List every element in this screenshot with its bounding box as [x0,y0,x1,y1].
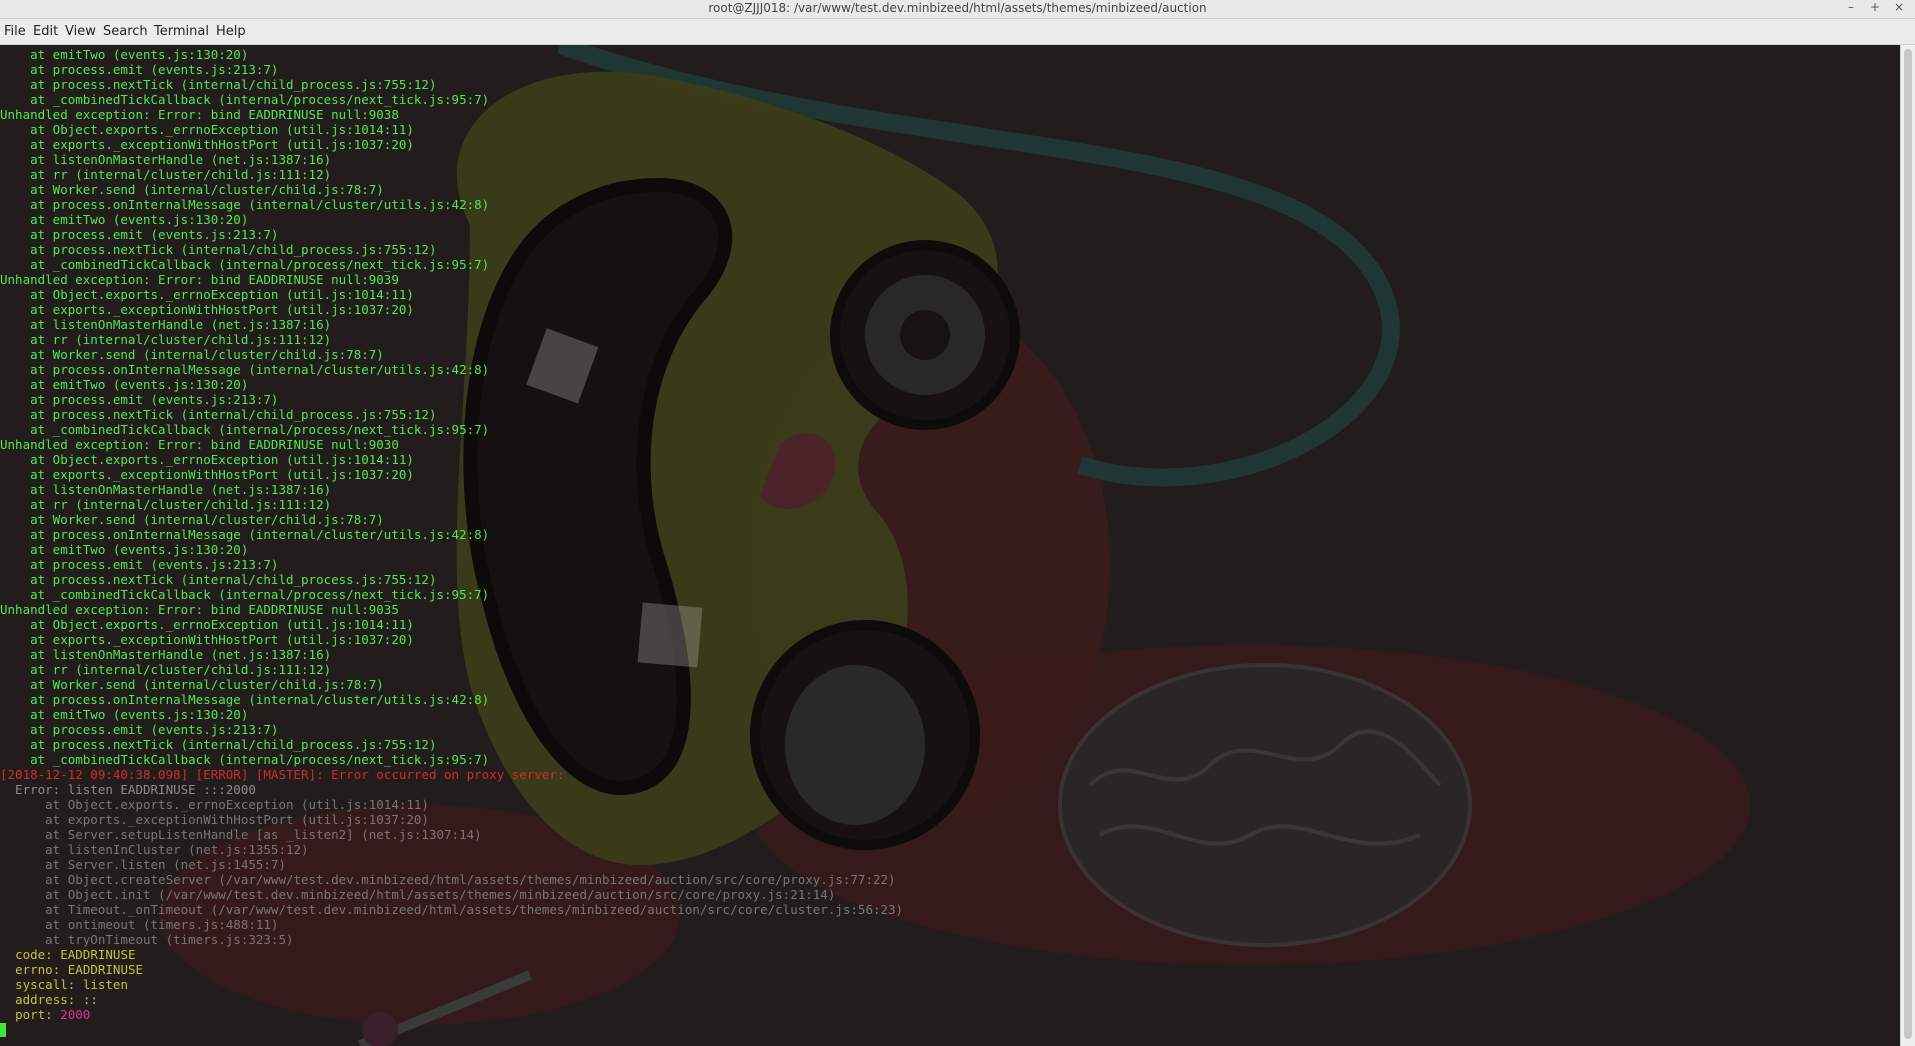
terminal-line: at Worker.send (internal/cluster/child.j… [0,347,384,362]
terminal-line: Error: listen EADDRINUSE :::2000 [0,782,256,797]
terminal-line: at Object.exports._errnoException (util.… [0,287,414,302]
scrollbar-thumb[interactable] [1904,49,1912,1039]
terminal-prop-line: code: EADDRINUSE [15,947,136,962]
window-title: root@ZJJJ018: /var/www/test.dev.minbizee… [708,1,1207,15]
terminal-line: at rr (internal/cluster/child.js:111:12) [0,332,332,347]
terminal-line: at rr (internal/cluster/child.js:111:12) [0,662,332,677]
terminal-line: at listenInCluster (net.js:1355:12) [0,842,309,857]
prop-value: EADDRINUSE [60,947,136,962]
terminal-line: Unhandled exception: Error: bind EADDRIN… [0,272,399,287]
terminal-line: at Timeout._onTimeout (/var/www/test.dev… [0,902,904,917]
terminal-prop-line: syscall: listen [15,977,128,992]
terminal-output: at emitTwo (events.js:130:20) at process… [0,47,903,1022]
terminal-line: Unhandled exception: Error: bind EADDRIN… [0,437,399,452]
terminal-prop-line: address: :: [15,992,98,1007]
window-titlebar[interactable]: root@ZJJJ018: /var/www/test.dev.minbizee… [0,0,1915,19]
prop-key: syscall [15,977,68,992]
terminal-line: at Worker.send (internal/cluster/child.j… [0,677,384,692]
terminal-line: at process.onInternalMessage (internal/c… [0,692,490,707]
terminal-line: at process.nextTick (internal/child_proc… [0,407,437,422]
terminal-prop-line: errno: EADDRINUSE [15,962,144,977]
prop-key: address [15,992,68,1007]
terminal-line: at exports._exceptionWithHostPort (util.… [0,632,414,647]
menu-terminal[interactable]: Terminal [154,24,209,39]
terminal-line: at Server.listen (net.js:1455:7) [0,857,286,872]
terminal-line: at Object.exports._errnoException (util.… [0,797,429,812]
terminal-line: at Worker.send (internal/cluster/child.j… [0,512,384,527]
terminal-cursor [0,1023,6,1037]
maximize-button[interactable]: + [1866,0,1884,14]
terminal-line: at process.nextTick (internal/child_proc… [0,77,437,92]
terminal-line: at process.emit (events.js:213:7) [0,557,279,572]
terminal-line: at emitTwo (events.js:130:20) [0,377,249,392]
terminal-line: at process.onInternalMessage (internal/c… [0,362,490,377]
terminal-line: at Server.setupListenHandle [as _listen2… [0,827,482,842]
terminal-line: at listenOnMasterHandle (net.js:1387:16) [0,647,332,662]
menu-edit[interactable]: Edit [33,24,58,39]
terminal-line: at Object.init (/var/www/test.dev.minbiz… [0,887,836,902]
terminal-area[interactable]: at emitTwo (events.js:130:20) at process… [0,45,1900,1046]
minimize-button[interactable]: – [1842,0,1860,14]
terminal-line: at Worker.send (internal/cluster/child.j… [0,182,384,197]
terminal-line: at rr (internal/cluster/child.js:111:12) [0,497,332,512]
terminal-line: at Object.exports._errnoException (util.… [0,617,414,632]
terminal-line: at process.emit (events.js:213:7) [0,62,279,77]
terminal-line: at exports._exceptionWithHostPort (util.… [0,302,414,317]
prop-key: port [15,1007,46,1022]
terminal-line: at process.onInternalMessage (internal/c… [0,197,490,212]
terminal-scrollbar[interactable] [1900,45,1915,1046]
terminal-line: at rr (internal/cluster/child.js:111:12) [0,167,332,182]
menu-search[interactable]: Search [103,24,148,39]
terminal-line: at exports._exceptionWithHostPort (util.… [0,467,414,482]
prop-key: errno [15,962,53,977]
terminal-line: at listenOnMasterHandle (net.js:1387:16) [0,152,332,167]
prop-value: listen [82,977,128,992]
terminal-line: at _combinedTickCallback (internal/proce… [0,257,490,272]
terminal-line: at ontimeout (timers.js:488:11) [0,917,279,932]
terminal-line: Unhandled exception: Error: bind EADDRIN… [0,602,399,617]
prop-value: EADDRINUSE [67,962,144,977]
terminal-line: at exports._exceptionWithHostPort (util.… [0,137,414,152]
terminal-line: at process.nextTick (internal/child_proc… [0,242,437,257]
menu-bar: File Edit View Search Terminal Help [0,19,1915,45]
terminal-line: [2018-12-12 09:40:38.098] [ERROR] [MASTE… [0,767,565,782]
terminal-line: at process.onInternalMessage (internal/c… [0,527,490,542]
terminal-line: at _combinedTickCallback (internal/proce… [0,752,490,767]
terminal-line: at emitTwo (events.js:130:20) [0,212,249,227]
prop-key: code [15,947,46,962]
terminal-line: at exports._exceptionWithHostPort (util.… [0,812,429,827]
menu-help[interactable]: Help [216,24,246,39]
prop-value: :: [82,992,98,1007]
terminal-line: at process.nextTick (internal/child_proc… [0,572,437,587]
terminal-line: at emitTwo (events.js:130:20) [0,47,249,62]
menu-view[interactable]: View [65,24,96,39]
terminal-line: at _combinedTickCallback (internal/proce… [0,422,490,437]
terminal-prop-line: port: 2000 [15,1007,91,1022]
terminal-line: at listenOnMasterHandle (net.js:1387:16) [0,317,332,332]
terminal-line: at _combinedTickCallback (internal/proce… [0,92,490,107]
terminal-line: at process.nextTick (internal/child_proc… [0,737,437,752]
terminal-line: at process.emit (events.js:213:7) [0,722,279,737]
menu-file[interactable]: File [4,24,26,39]
close-button[interactable]: × [1890,0,1908,14]
terminal-line: at Object.exports._errnoException (util.… [0,452,414,467]
terminal-line: at _combinedTickCallback (internal/proce… [0,587,490,602]
terminal-line: Unhandled exception: Error: bind EADDRIN… [0,107,399,122]
terminal-line: at process.emit (events.js:213:7) [0,392,279,407]
terminal-line: at listenOnMasterHandle (net.js:1387:16) [0,482,332,497]
terminal-line: at tryOnTimeout (timers.js:323:5) [0,932,294,947]
terminal-line: at Object.exports._errnoException (util.… [0,122,414,137]
terminal-line: at Object.createServer (/var/www/test.de… [0,872,896,887]
prop-value: 2000 [60,1007,91,1022]
terminal-line: at emitTwo (events.js:130:20) [0,707,249,722]
terminal-line: at emitTwo (events.js:130:20) [0,542,249,557]
terminal-line: at process.emit (events.js:213:7) [0,227,279,242]
